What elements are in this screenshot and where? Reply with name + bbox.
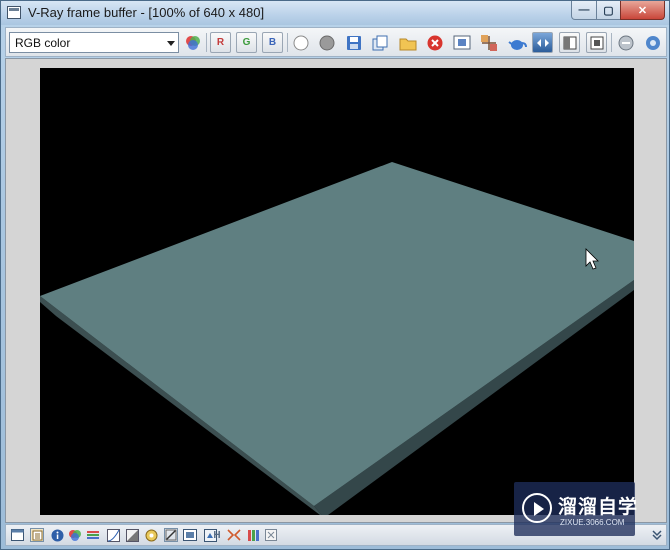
color-correction-icon[interactable] bbox=[532, 32, 553, 53]
white-circle-icon[interactable] bbox=[290, 32, 311, 53]
info-icon[interactable] bbox=[50, 528, 64, 542]
close-button[interactable]: ✕ bbox=[620, 1, 665, 20]
render-canvas-frame bbox=[5, 58, 667, 523]
render-image[interactable] bbox=[40, 68, 634, 515]
track-mouse-icon[interactable] bbox=[478, 32, 499, 53]
chevron-down-icon[interactable] bbox=[167, 41, 175, 46]
watermark-url: ZIXUE.3066.COM bbox=[560, 518, 625, 527]
save-icon[interactable] bbox=[343, 32, 364, 53]
channel-select[interactable]: RGB color bbox=[9, 32, 179, 53]
minimize-button[interactable]: — bbox=[571, 1, 597, 20]
color-wheel-icon[interactable] bbox=[182, 32, 203, 53]
vfb-toolbar: RGB color R G B bbox=[5, 27, 667, 57]
channel-g-button[interactable]: G bbox=[236, 32, 257, 53]
color-icon[interactable] bbox=[68, 528, 82, 542]
curve-icon[interactable] bbox=[106, 528, 120, 542]
window-icon[interactable] bbox=[10, 528, 24, 542]
watermark-brand: 溜溜自学 bbox=[558, 496, 639, 518]
levels-icon[interactable] bbox=[86, 528, 100, 542]
watermark-logo: 溜溜自学 ZIXUE.3066.COM bbox=[514, 482, 639, 536]
gray-circle-icon[interactable] bbox=[316, 32, 337, 53]
compare-ab-icon[interactable] bbox=[227, 528, 241, 542]
play-logo-icon bbox=[522, 493, 552, 523]
settings-icon[interactable] bbox=[642, 32, 663, 53]
exposure-icon[interactable] bbox=[125, 528, 139, 542]
maximize-button[interactable]: ▢ bbox=[596, 1, 621, 20]
channel-bars-icon[interactable] bbox=[246, 528, 260, 542]
stop-icon[interactable] bbox=[615, 32, 636, 53]
vray-frame-buffer-window: V-Ray frame buffer - [100% of 640 x 480]… bbox=[0, 0, 670, 550]
channel-r-button[interactable]: R bbox=[210, 32, 231, 53]
expand-icon[interactable] bbox=[264, 528, 278, 542]
lut-icon[interactable] bbox=[164, 528, 178, 542]
history-icon[interactable] bbox=[30, 528, 44, 542]
clear-icon[interactable] bbox=[424, 32, 445, 53]
app-icon[interactable] bbox=[7, 6, 21, 19]
window-title: V-Ray frame buffer - [100% of 640 x 480] bbox=[28, 5, 265, 20]
teapot-icon[interactable] bbox=[506, 32, 527, 53]
folder-icon[interactable] bbox=[397, 32, 418, 53]
copy-icon[interactable] bbox=[369, 32, 390, 53]
channel-select-value: RGB color bbox=[15, 36, 71, 50]
edit-icon[interactable] bbox=[144, 528, 158, 542]
h-icon[interactable]: H bbox=[210, 528, 224, 542]
ocio-icon[interactable] bbox=[183, 528, 197, 542]
lens-effects-icon[interactable] bbox=[586, 32, 607, 53]
channel-b-button[interactable]: B bbox=[262, 32, 283, 53]
collapse-icon[interactable] bbox=[650, 528, 664, 542]
region-render-icon[interactable] bbox=[451, 32, 472, 53]
title-bar[interactable]: V-Ray frame buffer - [100% of 640 x 480]… bbox=[1, 1, 669, 25]
compare-icon[interactable] bbox=[559, 32, 580, 53]
